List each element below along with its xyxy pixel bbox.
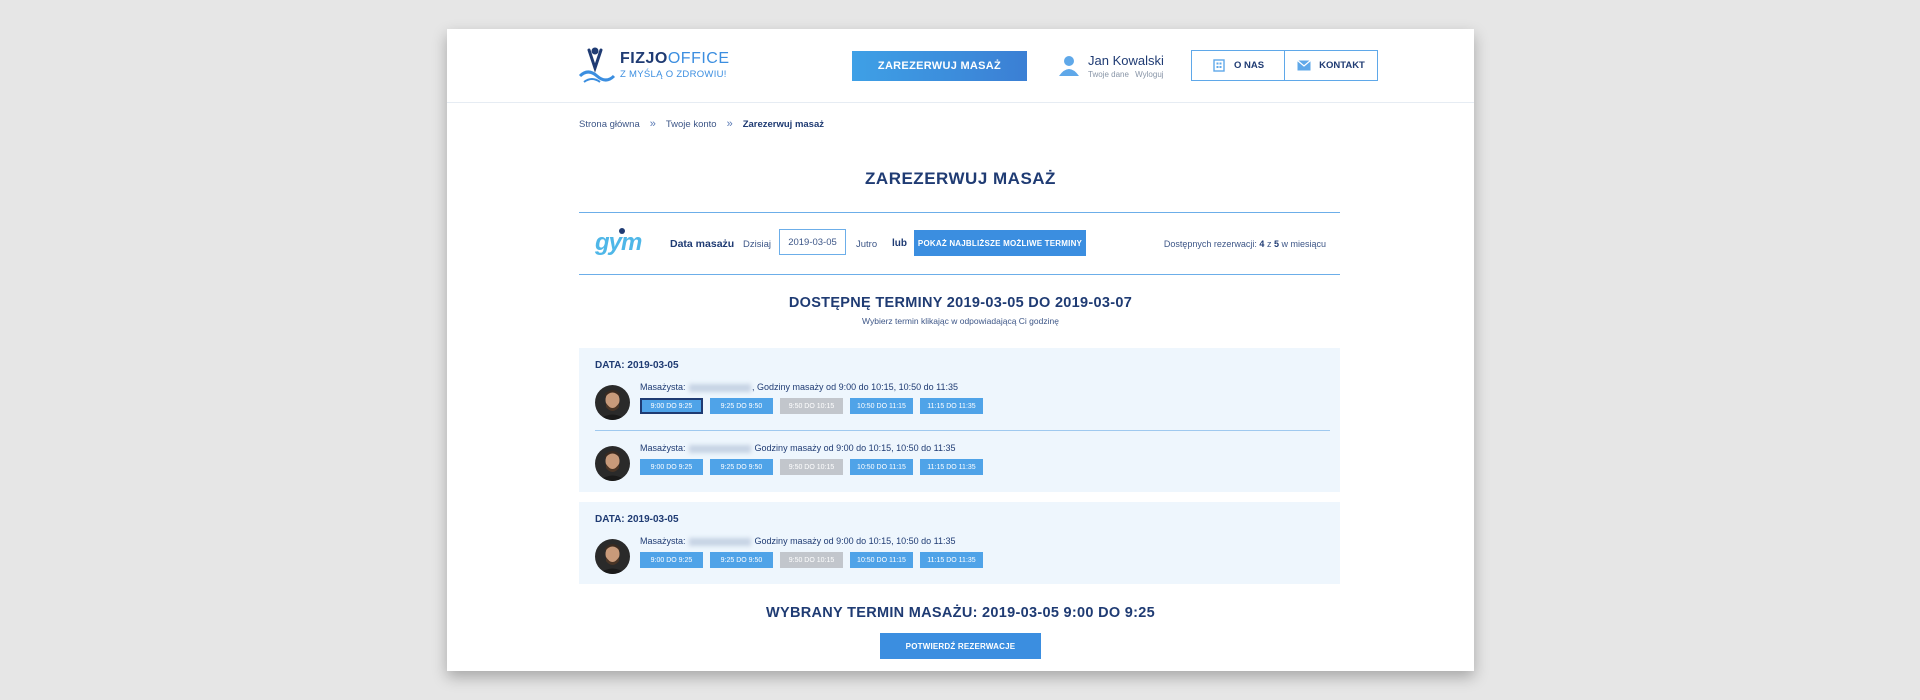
therapist-row: Masażysta: Godziny masaży od 9:00 do 10:…	[595, 443, 1330, 490]
or-label: lub	[892, 238, 907, 249]
blurred-name	[689, 537, 752, 546]
confirm-reservation-button[interactable]: POTWIERDŹ REZERWACJE	[880, 633, 1041, 659]
breadcrumb-home[interactable]: Strona główna	[579, 119, 640, 130]
gym-logo-dot-icon	[619, 228, 625, 234]
nav-about[interactable]: O NAS	[1192, 51, 1284, 80]
page-container: FIZJOOFFICE Z MYŚLĄ O ZDROWIU! ZAREZERWU…	[447, 29, 1474, 671]
chosen-date-title: WYBRANY TERMIN MASAŻU: 2019-03-05 9:00 D…	[765, 605, 1155, 621]
logo-figure-icon	[578, 47, 616, 83]
time-slot[interactable]: 10:50 DO 11:15	[850, 552, 913, 568]
user-name: Jan Kowalski	[1088, 53, 1164, 68]
reserve-massage-button[interactable]: ZAREZERWUJ MASAŻ	[852, 51, 1027, 81]
show-nearest-button[interactable]: POKAŻ NAJBLIŻSZE MOŻLIWE TERMINY	[914, 230, 1086, 256]
date-block: DATA: 2019-03-05 Masażysta: , Godziny ma…	[579, 348, 1340, 492]
logout-link[interactable]: Wyloguj	[1135, 70, 1163, 79]
top-nav: O NAS KONTAKT	[1191, 50, 1378, 81]
time-slot-disabled: 9:50 DO 10:15	[780, 459, 843, 475]
today-link[interactable]: Dzisiaj	[743, 239, 771, 250]
therapist-description: Masażysta: Godziny masaży od 9:00 do 10:…	[640, 536, 956, 546]
massage-date-label: Data masażu	[670, 238, 735, 250]
time-slot[interactable]: 11:15 DO 11:35	[920, 552, 983, 568]
avatar	[595, 385, 630, 420]
time-slot[interactable]: 9:25 DO 9:50	[710, 552, 773, 568]
avatar	[595, 539, 630, 574]
chevron-right-icon: »	[726, 118, 733, 130]
date-block: DATA: 2019-03-05 Masażysta: Godziny masa…	[579, 502, 1340, 584]
therapist-photo-icon	[599, 451, 626, 481]
time-slot[interactable]: 11:15 DO 11:35	[920, 459, 983, 475]
tomorrow-link[interactable]: Jutro	[856, 239, 877, 250]
therapist-row: Masażysta: , Godziny masaży od 9:00 do 1…	[595, 382, 1330, 429]
user-menu[interactable]: Jan Kowalski Twoje dane Wyloguj	[1058, 51, 1178, 83]
envelope-icon	[1297, 60, 1312, 71]
blurred-name	[689, 444, 752, 453]
time-slot-disabled: 9:50 DO 10:15	[780, 398, 843, 414]
time-slot[interactable]: 10:50 DO 11:15	[850, 459, 913, 475]
logo-tagline: Z MYŚLĄ O ZDROWIU!	[620, 69, 727, 80]
breadcrumb-current: Zarezerwuj masaż	[742, 118, 825, 130]
breadcrumb-account[interactable]: Twoje konto	[666, 119, 717, 130]
therapist-row: Masażysta: Godziny masaży od 9:00 do 10:…	[595, 536, 1330, 583]
time-slot[interactable]: 9:00 DO 9:25	[640, 398, 703, 414]
therapist-description: Masażysta: , Godziny masaży od 9:00 do 1…	[640, 382, 959, 392]
available-dates-subtitle: Wybierz termin klikając w odpowiadającą …	[862, 316, 1059, 326]
available-dates-title: DOSTĘPNĘ TERMINY 2019-03-05 DO 2019-03-0…	[788, 295, 1133, 311]
page-title: ZAREZERWUJ MASAŻ	[865, 169, 1056, 188]
breadcrumb: Strona główna » Twoje konto » Zarezerwuj…	[579, 118, 824, 130]
building-icon	[1213, 59, 1225, 72]
user-links: Twoje dane Wyloguj	[1088, 70, 1168, 79]
massage-date-input[interactable]	[779, 229, 846, 255]
header: FIZJOOFFICE Z MYŚLĄ O ZDROWIU! ZAREZERWU…	[447, 29, 1474, 103]
divider	[595, 430, 1330, 431]
therapist-photo-icon	[599, 544, 626, 574]
time-slot[interactable]: 9:25 DO 9:50	[710, 398, 773, 414]
logo[interactable]: FIZJOOFFICE Z MYŚLĄ O ZDROWIU!	[578, 46, 748, 90]
user-icon	[1059, 56, 1079, 76]
time-slots: 9:00 DO 9:25 9:25 DO 9:50 9:50 DO 10:15 …	[640, 552, 983, 568]
time-slot-disabled: 9:50 DO 10:15	[780, 552, 843, 568]
user-data-link[interactable]: Twoje dane	[1088, 70, 1129, 79]
date-filter-bar: gym Data masażu Dzisiaj Jutro lub POKAŻ …	[579, 212, 1340, 275]
therapist-description: Masażysta: Godziny masaży od 9:00 do 10:…	[640, 443, 956, 453]
nav-contact[interactable]: KONTAKT	[1284, 51, 1377, 80]
available-reservations: Dostępnych rezerwacji: 4 z 5 w miesiącu	[1163, 239, 1326, 249]
time-slot[interactable]: 9:25 DO 9:50	[710, 459, 773, 475]
time-slot[interactable]: 10:50 DO 11:15	[850, 398, 913, 414]
time-slots: 9:00 DO 9:25 9:25 DO 9:50 9:50 DO 10:15 …	[640, 398, 983, 414]
logo-name: FIZJOOFFICE	[620, 50, 730, 67]
time-slot[interactable]: 9:00 DO 9:25	[640, 552, 703, 568]
block-date-label: DATA: 2019-03-05	[595, 514, 679, 525]
block-date-label: DATA: 2019-03-05	[595, 360, 679, 371]
time-slot[interactable]: 9:00 DO 9:25	[640, 459, 703, 475]
time-slot[interactable]: 11:15 DO 11:35	[920, 398, 983, 414]
chevron-right-icon: »	[649, 118, 656, 130]
blurred-name	[689, 383, 752, 392]
time-slots: 9:00 DO 9:25 9:25 DO 9:50 9:50 DO 10:15 …	[640, 459, 983, 475]
therapist-photo-icon	[599, 390, 626, 420]
avatar	[595, 446, 630, 481]
